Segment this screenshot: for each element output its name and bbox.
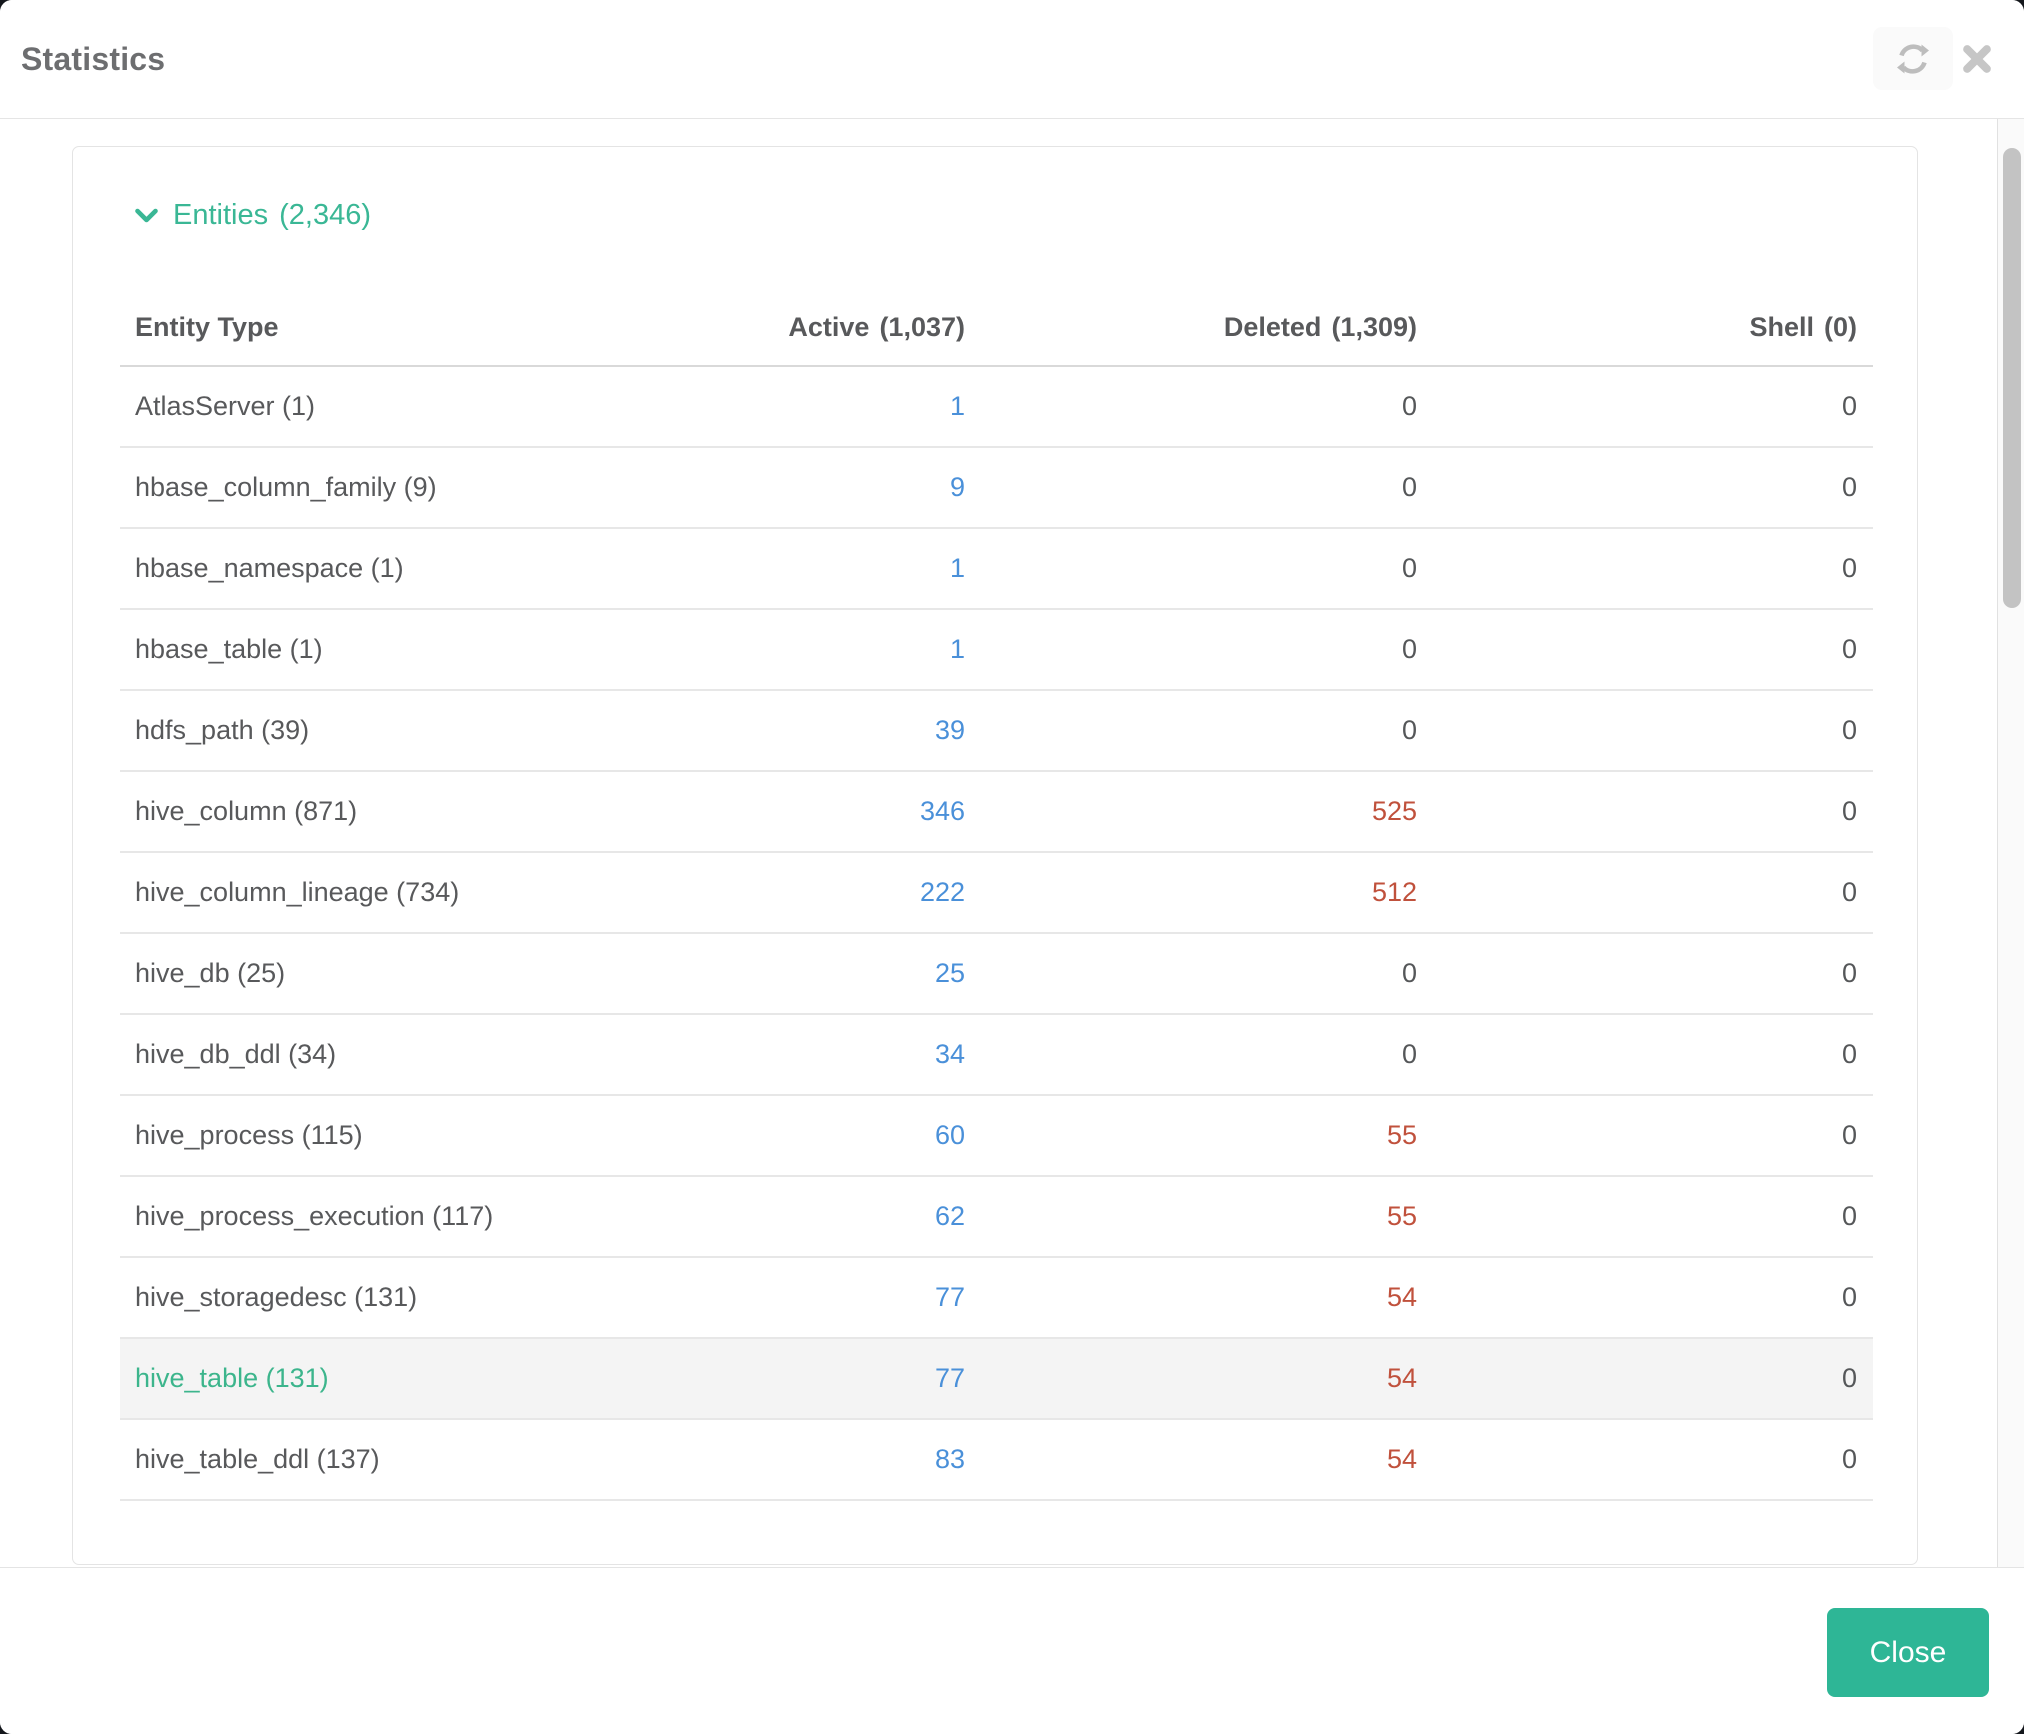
table-row: hive_storagedesc (131) 77 54 0 [120, 1257, 1873, 1339]
entity-type-cell: hive_column_lineage (734) [120, 852, 680, 934]
column-header-active: Active (1,037) [680, 288, 981, 367]
active-count-link[interactable]: 34 [680, 1014, 981, 1096]
column-header-shell: Shell (0) [1433, 288, 1873, 367]
shell-count: 0 [1433, 528, 1873, 610]
header-actions [1873, 27, 1995, 90]
active-count-link[interactable]: 77 [680, 1257, 981, 1339]
entities-panel: Entities (2,346) Entity Type Active (1,0… [72, 146, 1918, 1565]
close-icon [1962, 44, 1992, 74]
modal-header: Statistics [0, 0, 2024, 119]
active-count-link[interactable]: 25 [680, 933, 981, 1015]
table-row: hive_db (25) 25 0 0 [120, 933, 1873, 1015]
deleted-count-link[interactable]: 512 [981, 852, 1433, 934]
active-count-link[interactable]: 1 [680, 528, 981, 610]
scrollbar-track[interactable] [1997, 119, 2024, 1567]
entity-type-cell: hive_column (871) [120, 771, 680, 853]
deleted-count-link: 0 [981, 366, 1433, 448]
table-row: hive_process (115) 60 55 0 [120, 1095, 1873, 1177]
entity-type-cell: hive_storagedesc (131) [120, 1257, 680, 1339]
table-row: hive_column (871) 346 525 0 [120, 771, 1873, 853]
entity-type-cell: hive_table (131) [120, 1338, 680, 1420]
deleted-count-link[interactable]: 55 [981, 1095, 1433, 1177]
deleted-count-link[interactable]: 54 [981, 1338, 1433, 1420]
active-count-link[interactable]: 77 [680, 1338, 981, 1420]
table-row: hive_table (131) 77 54 0 [120, 1338, 1873, 1420]
table-row: hbase_namespace (1) 1 0 0 [120, 528, 1873, 610]
table-row: hive_db_ddl (34) 34 0 0 [120, 1014, 1873, 1096]
modal-close-button[interactable] [1959, 27, 1995, 90]
deleted-count-link[interactable]: 55 [981, 1176, 1433, 1258]
shell-count: 0 [1433, 1419, 1873, 1501]
column-header-deleted: Deleted (1,309) [981, 288, 1433, 367]
entity-type-cell: hive_db_ddl (34) [120, 1014, 680, 1096]
deleted-count-link[interactable]: 54 [981, 1257, 1433, 1339]
close-button[interactable]: Close [1827, 1608, 1989, 1697]
refresh-icon [1896, 42, 1930, 76]
active-count-link[interactable]: 1 [680, 609, 981, 691]
active-count-link[interactable]: 222 [680, 852, 981, 934]
shell-count: 0 [1433, 933, 1873, 1015]
table-row: hbase_table (1) 1 0 0 [120, 609, 1873, 691]
table-row: hive_column_lineage (734) 222 512 0 [120, 852, 1873, 934]
deleted-count-link: 0 [981, 690, 1433, 772]
table-row: hive_process_execution (117) 62 55 0 [120, 1176, 1873, 1258]
entity-type-cell: hive_db (25) [120, 933, 680, 1015]
entity-type-cell: hbase_column_family (9) [120, 447, 680, 529]
entities-section-count: (2,346) [279, 199, 371, 231]
table-row: hive_table_ddl (137) 83 54 0 [120, 1419, 1873, 1501]
modal-footer: Close [0, 1567, 2024, 1734]
shell-count: 0 [1433, 447, 1873, 529]
active-count-link[interactable]: 60 [680, 1095, 981, 1177]
deleted-count-link: 0 [981, 447, 1433, 529]
deleted-count-link[interactable]: 54 [981, 1419, 1433, 1501]
table-row: hbase_column_family (9) 9 0 0 [120, 447, 1873, 529]
entity-type-cell: hbase_namespace (1) [120, 528, 680, 610]
active-count-link[interactable]: 346 [680, 771, 981, 853]
entity-type-cell: hive_table_ddl (137) [120, 1419, 680, 1501]
shell-count: 0 [1433, 1095, 1873, 1177]
modal-title: Statistics [21, 40, 166, 77]
shell-count: 0 [1433, 609, 1873, 691]
entities-accordion-toggle[interactable]: Entities (2,346) [135, 199, 1873, 232]
modal-body: Entities (2,346) Entity Type Active (1,0… [0, 119, 2024, 1567]
entity-stats-table: Entity Type Active (1,037) Deleted (1,309)… [120, 288, 1873, 1501]
table-header-row: Entity Type Active (1,037) Deleted (1,309)… [120, 288, 1873, 367]
shell-count: 0 [1433, 1338, 1873, 1420]
shell-count: 0 [1433, 1014, 1873, 1096]
active-count-link[interactable]: 83 [680, 1419, 981, 1501]
shell-count: 0 [1433, 852, 1873, 934]
active-count-link[interactable]: 62 [680, 1176, 981, 1258]
scrollbar-thumb[interactable] [2003, 148, 2021, 608]
deleted-count-link: 0 [981, 933, 1433, 1015]
active-count-link[interactable]: 39 [680, 690, 981, 772]
entity-type-cell: hbase_table (1) [120, 609, 680, 691]
shell-count: 0 [1433, 690, 1873, 772]
shell-count: 0 [1433, 771, 1873, 853]
chevron-down-icon [135, 208, 158, 224]
modal-backdrop: Statistics Entities (2,346) Entity Type … [0, 0, 2024, 1734]
deleted-count-link: 0 [981, 609, 1433, 691]
entity-type-cell: hive_process_execution (117) [120, 1176, 680, 1258]
deleted-count-link: 0 [981, 1014, 1433, 1096]
deleted-count-link: 0 [981, 528, 1433, 610]
table-row: AtlasServer (1) 1 0 0 [120, 366, 1873, 448]
active-count-link[interactable]: 9 [680, 447, 981, 529]
entity-type-cell: AtlasServer (1) [120, 366, 680, 448]
statistics-modal: Statistics Entities (2,346) Entity Type … [0, 0, 2024, 1734]
table-row: hdfs_path (39) 39 0 0 [120, 690, 1873, 772]
shell-count: 0 [1433, 1257, 1873, 1339]
entity-type-cell: hdfs_path (39) [120, 690, 680, 772]
column-header-entity-type: Entity Type [120, 288, 680, 367]
active-count-link[interactable]: 1 [680, 366, 981, 448]
shell-count: 0 [1433, 366, 1873, 448]
entity-type-cell: hive_process (115) [120, 1095, 680, 1177]
refresh-button[interactable] [1873, 27, 1953, 90]
shell-count: 0 [1433, 1176, 1873, 1258]
deleted-count-link[interactable]: 525 [981, 771, 1433, 853]
entities-section-title: Entities [173, 199, 269, 231]
